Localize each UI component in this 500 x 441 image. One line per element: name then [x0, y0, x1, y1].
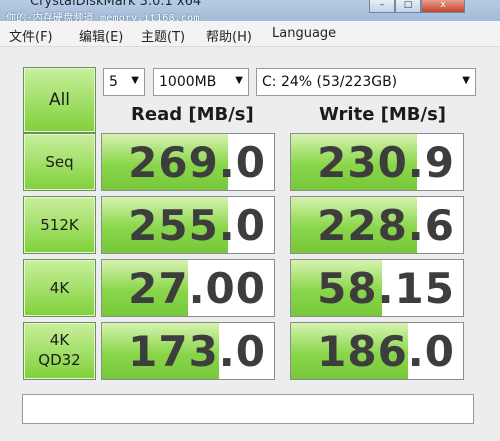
- test-size-value: 1000MB: [159, 74, 217, 90]
- drive-value: C: 24% (53/223GB): [262, 74, 398, 90]
- 512k-read-value: 255.0: [128, 201, 266, 250]
- minimize-button[interactable]: –: [369, 0, 395, 13]
- seq-write-value: 230.9: [317, 138, 455, 187]
- 4k-qd32-test-button[interactable]: 4K QD32: [23, 322, 96, 380]
- close-button[interactable]: x: [421, 0, 465, 13]
- menu-bar: 文件(F) 编辑(E) 主题(T) 帮助(H) Language: [0, 21, 500, 47]
- menu-file[interactable]: 文件(F): [9, 26, 53, 45]
- comment-input[interactable]: [22, 394, 474, 424]
- chevron-down-icon: ▼: [235, 75, 243, 86]
- 4k-qd32-write-result: 186.0: [290, 322, 464, 380]
- test-size-select[interactable]: 1000MB ▼: [153, 68, 249, 96]
- write-header: Write [MB/s]: [319, 104, 447, 125]
- 4k-write-result: 58.15: [290, 259, 464, 317]
- 4k-qd32-read-result: 173.0: [101, 322, 275, 380]
- 4k-qd32-write-value: 186.0: [317, 327, 455, 376]
- title-bar[interactable]: CrystalDiskMark 3.0.1 x64 你的·内存硬盘频道 memo…: [0, 0, 500, 24]
- drive-select[interactable]: C: 24% (53/223GB) ▼: [256, 68, 476, 96]
- seq-test-button[interactable]: Seq: [23, 133, 96, 191]
- seq-read-value: 269.0: [128, 138, 266, 187]
- 4k-write-value: 58.15: [317, 264, 455, 313]
- 512k-test-button[interactable]: 512K: [23, 196, 96, 254]
- 512k-write-result: 228.6: [290, 196, 464, 254]
- all-button[interactable]: All: [23, 67, 96, 133]
- 4k-read-result: 27.00: [101, 259, 275, 317]
- 512k-write-value: 228.6: [317, 201, 455, 250]
- chevron-down-icon: ▼: [131, 75, 139, 86]
- menu-theme[interactable]: 主题(T): [141, 26, 185, 45]
- 512k-read-result: 255.0: [101, 196, 275, 254]
- menu-edit[interactable]: 编辑(E): [79, 26, 123, 45]
- seq-read-result: 269.0: [101, 133, 275, 191]
- chevron-down-icon: ▼: [462, 75, 470, 86]
- 4k-read-value: 27.00: [128, 264, 266, 313]
- window-title: CrystalDiskMark 3.0.1 x64: [30, 0, 202, 9]
- app-window: CrystalDiskMark 3.0.1 x64 你的·内存硬盘频道 memo…: [0, 0, 500, 441]
- seq-write-result: 230.9: [290, 133, 464, 191]
- read-header: Read [MB/s]: [131, 104, 254, 125]
- menu-language[interactable]: Language: [272, 26, 336, 41]
- test-count-select[interactable]: 5 ▼: [103, 68, 145, 96]
- maximize-button[interactable]: □: [395, 0, 421, 13]
- 4k-qd32-read-value: 173.0: [128, 327, 266, 376]
- 4k-test-button[interactable]: 4K: [23, 259, 96, 317]
- menu-help[interactable]: 帮助(H): [206, 26, 252, 45]
- test-count-value: 5: [109, 74, 118, 90]
